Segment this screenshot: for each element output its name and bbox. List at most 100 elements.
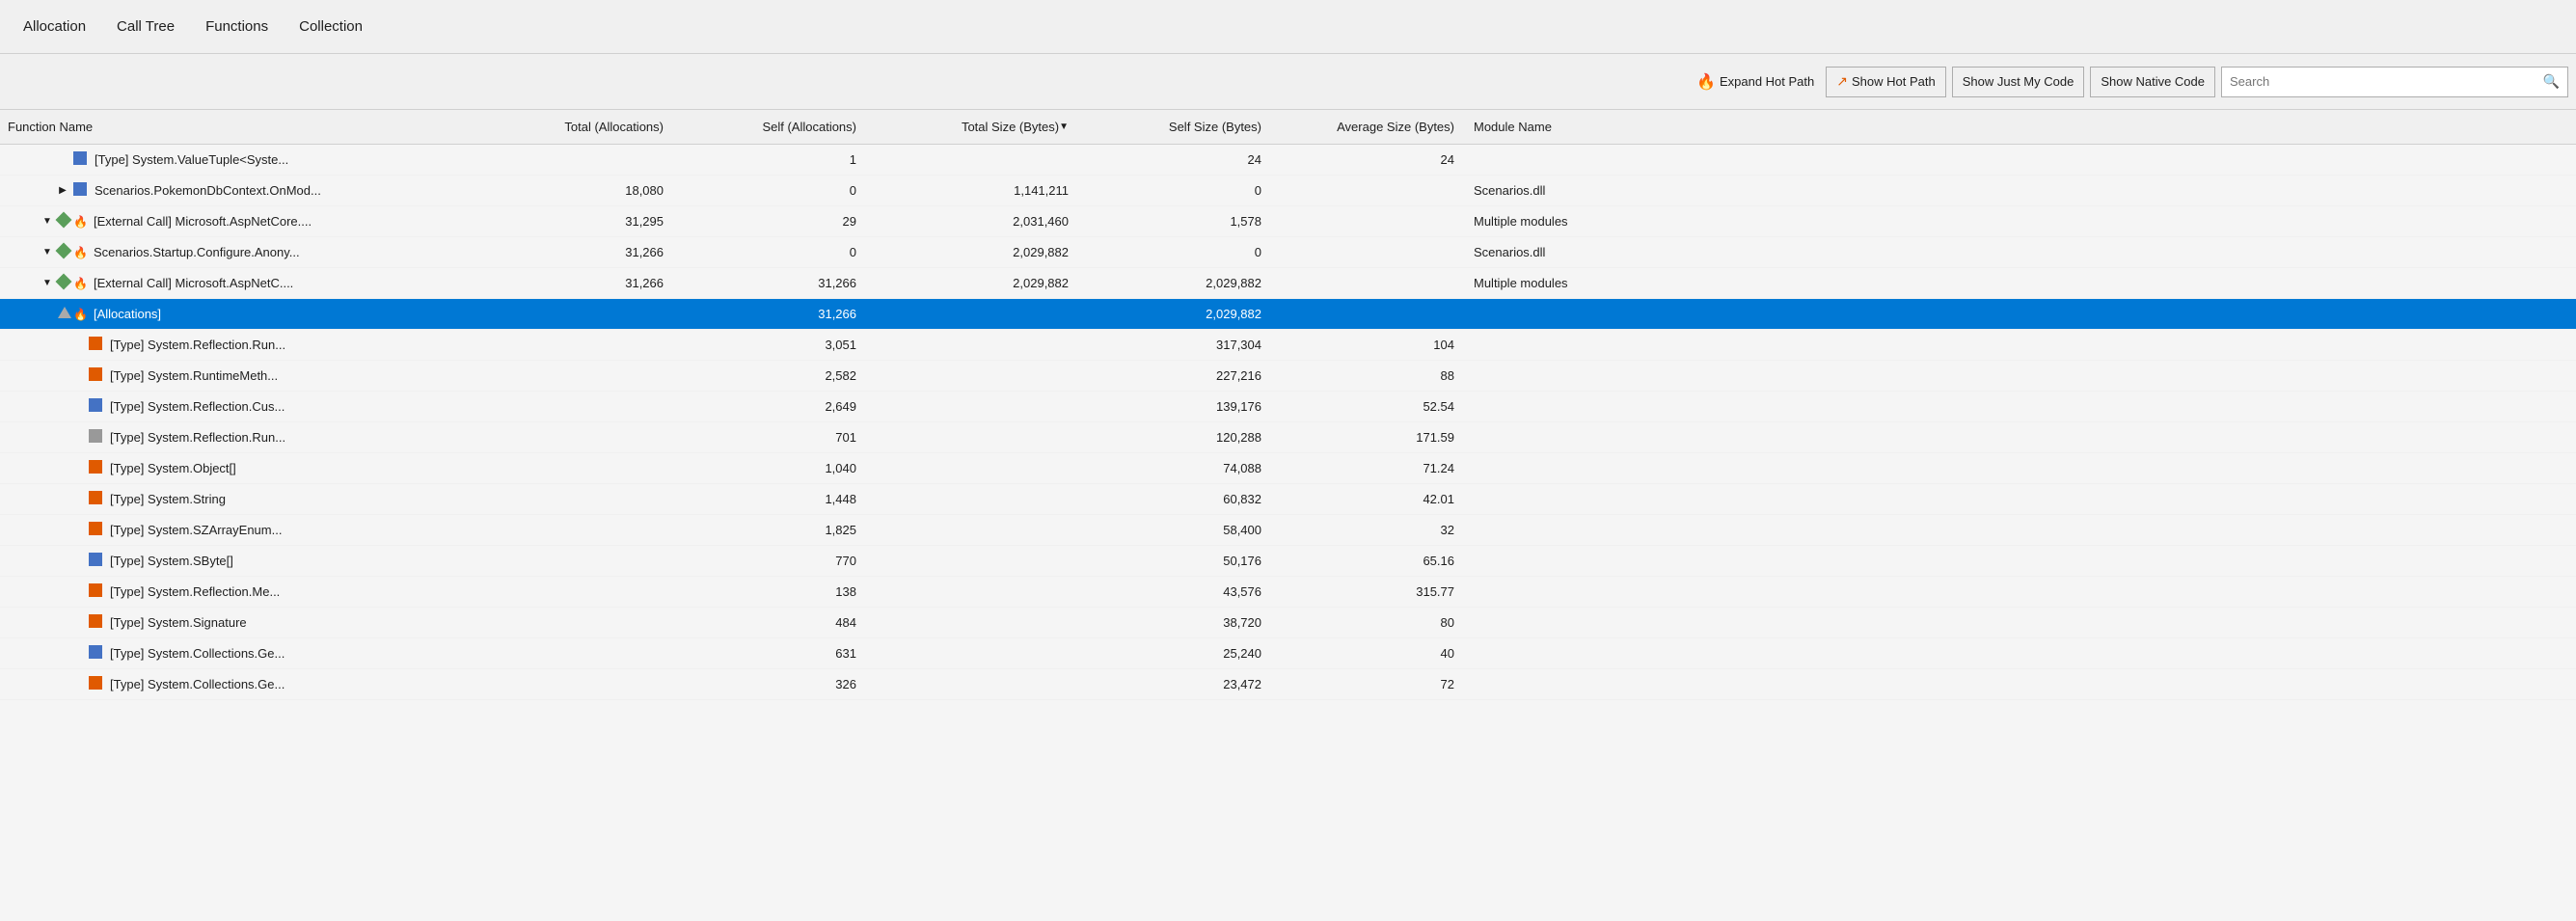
table-row[interactable]: ▼🔥Scenarios.Startup.Configure.Anony...31… — [0, 237, 2576, 268]
cell-module — [1466, 546, 2576, 576]
cell-module — [1466, 145, 2576, 175]
cell-total-alloc — [482, 546, 675, 576]
cell-total-alloc — [482, 453, 675, 483]
table-row[interactable]: [Type] System.Reflection.Me...13843,5763… — [0, 577, 2576, 608]
cell-total-alloc — [482, 422, 675, 452]
col-header-self-alloc[interactable]: Self (Allocations) — [675, 110, 868, 144]
cell-total-alloc — [482, 299, 675, 329]
cell-total-size — [868, 546, 1080, 576]
tab-functions[interactable]: Functions — [190, 0, 284, 53]
cell-self-size: 58,400 — [1080, 515, 1273, 545]
expand-button — [71, 678, 85, 691]
cell-module: Multiple modules — [1466, 206, 2576, 236]
cell-self-alloc: 29 — [675, 206, 868, 236]
table-row[interactable]: ▼🔥[External Call] Microsoft.AspNetC....3… — [0, 268, 2576, 299]
expand-button — [71, 585, 85, 599]
cell-self-size: 1,578 — [1080, 206, 1273, 236]
type-icon — [89, 583, 102, 597]
expand-button — [41, 308, 54, 321]
cell-function: [Type] System.Signature — [0, 608, 482, 637]
table-row[interactable]: [Type] System.Collections.Ge...32623,472… — [0, 669, 2576, 700]
show-hot-path-button[interactable]: ↗ Show Hot Path — [1826, 67, 1945, 97]
function-name: Scenarios.PokemonDbContext.OnMod... — [95, 183, 321, 198]
cell-module — [1466, 422, 2576, 452]
expand-button — [71, 431, 85, 445]
cell-total-size: 2,029,882 — [868, 268, 1080, 298]
tab-call-tree[interactable]: Call Tree — [101, 0, 190, 53]
type-icon — [89, 367, 102, 381]
cell-self-size: 2,029,882 — [1080, 299, 1273, 329]
table-row[interactable]: [Type] System.SZArrayEnum...1,82558,4003… — [0, 515, 2576, 546]
hot-path-flame-icon: 🔥 — [73, 246, 88, 259]
alloc-triangle-icon — [58, 307, 71, 318]
expand-button[interactable]: ▼ — [41, 277, 54, 290]
table-row[interactable]: ▶Scenarios.PokemonDbContext.OnMod...18,0… — [0, 176, 2576, 206]
type-icon — [73, 182, 87, 196]
function-name: [Type] System.ValueTuple<Syste... — [95, 152, 288, 167]
search-icon-button[interactable]: 🔍 — [2535, 69, 2567, 94]
show-native-code-button[interactable]: Show Native Code — [2090, 67, 2215, 97]
external-icon — [56, 274, 72, 290]
tab-allocation[interactable]: Allocation — [8, 0, 101, 53]
cell-self-alloc: 1,825 — [675, 515, 868, 545]
table-row[interactable]: [Type] System.Reflection.Cus...2,649139,… — [0, 392, 2576, 422]
expand-button — [71, 400, 85, 414]
cell-function: [Type] System.RuntimeMeth... — [0, 361, 482, 391]
cell-total-size — [868, 392, 1080, 421]
cell-total-alloc — [482, 638, 675, 668]
cell-total-size — [868, 669, 1080, 699]
tab-collection[interactable]: Collection — [284, 0, 378, 53]
cell-total-alloc — [482, 577, 675, 607]
table-row[interactable]: [Type] System.ValueTuple<Syste...12424 — [0, 145, 2576, 176]
table-row[interactable]: [Type] System.Reflection.Run...3,051317,… — [0, 330, 2576, 361]
cell-avg-size — [1273, 299, 1466, 329]
expand-button[interactable]: ▶ — [56, 184, 69, 198]
show-just-my-code-button[interactable]: Show Just My Code — [1952, 67, 2085, 97]
toolbar: 🔥 Expand Hot Path ↗ Show Hot Path Show J… — [0, 54, 2576, 110]
cell-self-size: 50,176 — [1080, 546, 1273, 576]
search-container: 🔍 — [2221, 67, 2568, 97]
cell-self-alloc: 0 — [675, 237, 868, 267]
type-icon — [73, 151, 87, 165]
external-icon — [56, 212, 72, 229]
cell-module — [1466, 515, 2576, 545]
cell-function: [Type] System.String — [0, 484, 482, 514]
cell-total-size — [868, 453, 1080, 483]
table-row[interactable]: [Type] System.SByte[]77050,17665.16 — [0, 546, 2576, 577]
expand-button[interactable]: ▼ — [41, 215, 54, 229]
table-row[interactable]: [Type] System.Signature48438,72080 — [0, 608, 2576, 638]
cell-function: [Type] System.Reflection.Run... — [0, 330, 482, 360]
cell-total-size — [868, 484, 1080, 514]
table-row[interactable]: [Type] System.RuntimeMeth...2,582227,216… — [0, 361, 2576, 392]
cell-self-alloc: 631 — [675, 638, 868, 668]
cell-module — [1466, 361, 2576, 391]
table-row[interactable]: [Type] System.Reflection.Run...701120,28… — [0, 422, 2576, 453]
col-header-total-size[interactable]: Total Size (Bytes) — [868, 110, 1080, 144]
table-row[interactable]: [Type] System.Collections.Ge...63125,240… — [0, 638, 2576, 669]
table-row[interactable]: ▼🔥[External Call] Microsoft.AspNetCore..… — [0, 206, 2576, 237]
function-name: Scenarios.Startup.Configure.Anony... — [94, 245, 300, 259]
cell-total-alloc: 31,266 — [482, 268, 675, 298]
search-input[interactable] — [2222, 70, 2535, 93]
cell-avg-size: 52.54 — [1273, 392, 1466, 421]
col-header-avg-size[interactable]: Average Size (Bytes) — [1273, 110, 1466, 144]
col-header-total-alloc[interactable]: Total (Allocations) — [482, 110, 675, 144]
cell-module: Multiple modules — [1466, 268, 2576, 298]
col-header-self-size[interactable]: Self Size (Bytes) — [1080, 110, 1273, 144]
cell-self-alloc: 1,040 — [675, 453, 868, 483]
function-name: [Type] System.Reflection.Run... — [110, 430, 285, 445]
col-header-module[interactable]: Module Name — [1466, 110, 2576, 144]
cell-total-size: 1,141,211 — [868, 176, 1080, 205]
table-row[interactable]: [Type] System.Object[]1,04074,08871.24 — [0, 453, 2576, 484]
cell-total-alloc — [482, 515, 675, 545]
flame-icon: 🔥 — [73, 308, 88, 321]
cell-avg-size — [1273, 268, 1466, 298]
flame-icon: 🔥 — [1696, 72, 1716, 92]
col-header-function[interactable]: Function Name — [0, 110, 482, 144]
type-icon — [89, 337, 102, 350]
type-icon — [89, 645, 102, 659]
expand-hot-path-text: Expand Hot Path — [1720, 74, 1814, 89]
table-row[interactable]: [Type] System.String1,44860,83242.01 — [0, 484, 2576, 515]
table-row[interactable]: 🔥[Allocations]31,2662,029,882 — [0, 299, 2576, 330]
expand-button[interactable]: ▼ — [41, 246, 54, 259]
